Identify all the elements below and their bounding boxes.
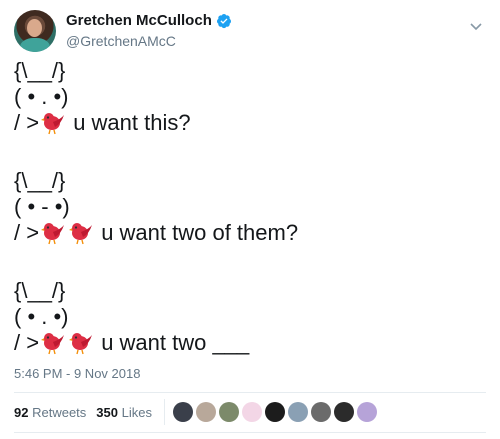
bunny-ears: {\__/} [14, 168, 66, 193]
author-avatar[interactable] [14, 10, 56, 52]
bunny-hand-line: / > u want two of them? [14, 220, 299, 245]
bunny-block: {\__/} ( • . •) / > u want this? [14, 58, 484, 136]
bunny-ears: {\__/} [14, 278, 66, 303]
chevron-down-icon[interactable] [468, 18, 484, 34]
bunny-block: {\__/} ( • - •) / > u want two of them? [14, 168, 484, 246]
bunny-hand-line: / > u want two ___ [14, 330, 250, 355]
divider [14, 432, 486, 433]
liker-avatar-4[interactable] [241, 402, 262, 422]
author-name-line[interactable]: Gretchen McCulloch [66, 12, 232, 29]
bunny-face: ( • . •) [14, 84, 69, 109]
tweet-text: {\__/} ( • . •) / > u want this? {\__/} … [14, 58, 484, 356]
stats-separator [163, 399, 165, 425]
tweet-timestamp[interactable]: 5:46 PM - 9 Nov 2018 [14, 366, 140, 381]
tweet-header: Gretchen McCulloch @GretchenAMcC [14, 10, 486, 54]
liker-avatar-6[interactable] [287, 402, 308, 422]
bunny-face: ( • - •) [14, 194, 70, 219]
tweet-stats: 92 Retweets 350 Likes [14, 397, 486, 427]
liker-avatar-8[interactable] [333, 402, 354, 422]
divider [14, 392, 486, 393]
bunny-face: ( • . •) [14, 304, 69, 329]
bunny-hand-line: / > u want this? [14, 110, 191, 135]
likes-stat[interactable]: 350 Likes [96, 405, 152, 420]
verified-badge-icon [216, 13, 231, 28]
red-bird-emoji-icon [67, 221, 93, 245]
retweets-stat[interactable]: 92 Retweets [14, 405, 86, 420]
bunny-block: {\__/} ( • . •) / > u want two ___ [14, 278, 484, 356]
liker-avatars [172, 402, 380, 422]
liker-avatar-5[interactable] [264, 402, 285, 422]
red-bird-emoji-icon [67, 331, 93, 355]
author-handle[interactable]: @GretchenAMcC [66, 33, 176, 49]
liker-avatar-7[interactable] [310, 402, 331, 422]
liker-avatar-2[interactable] [195, 402, 216, 422]
red-bird-emoji-icon [39, 221, 65, 245]
red-bird-emoji-icon [39, 111, 65, 135]
liker-avatar-9[interactable] [356, 402, 377, 422]
liker-avatar-1[interactable] [172, 402, 193, 422]
red-bird-emoji-icon [39, 331, 65, 355]
bunny-ears: {\__/} [14, 58, 66, 83]
liker-avatar-3[interactable] [218, 402, 239, 422]
author-display-name[interactable]: Gretchen McCulloch [66, 12, 212, 29]
